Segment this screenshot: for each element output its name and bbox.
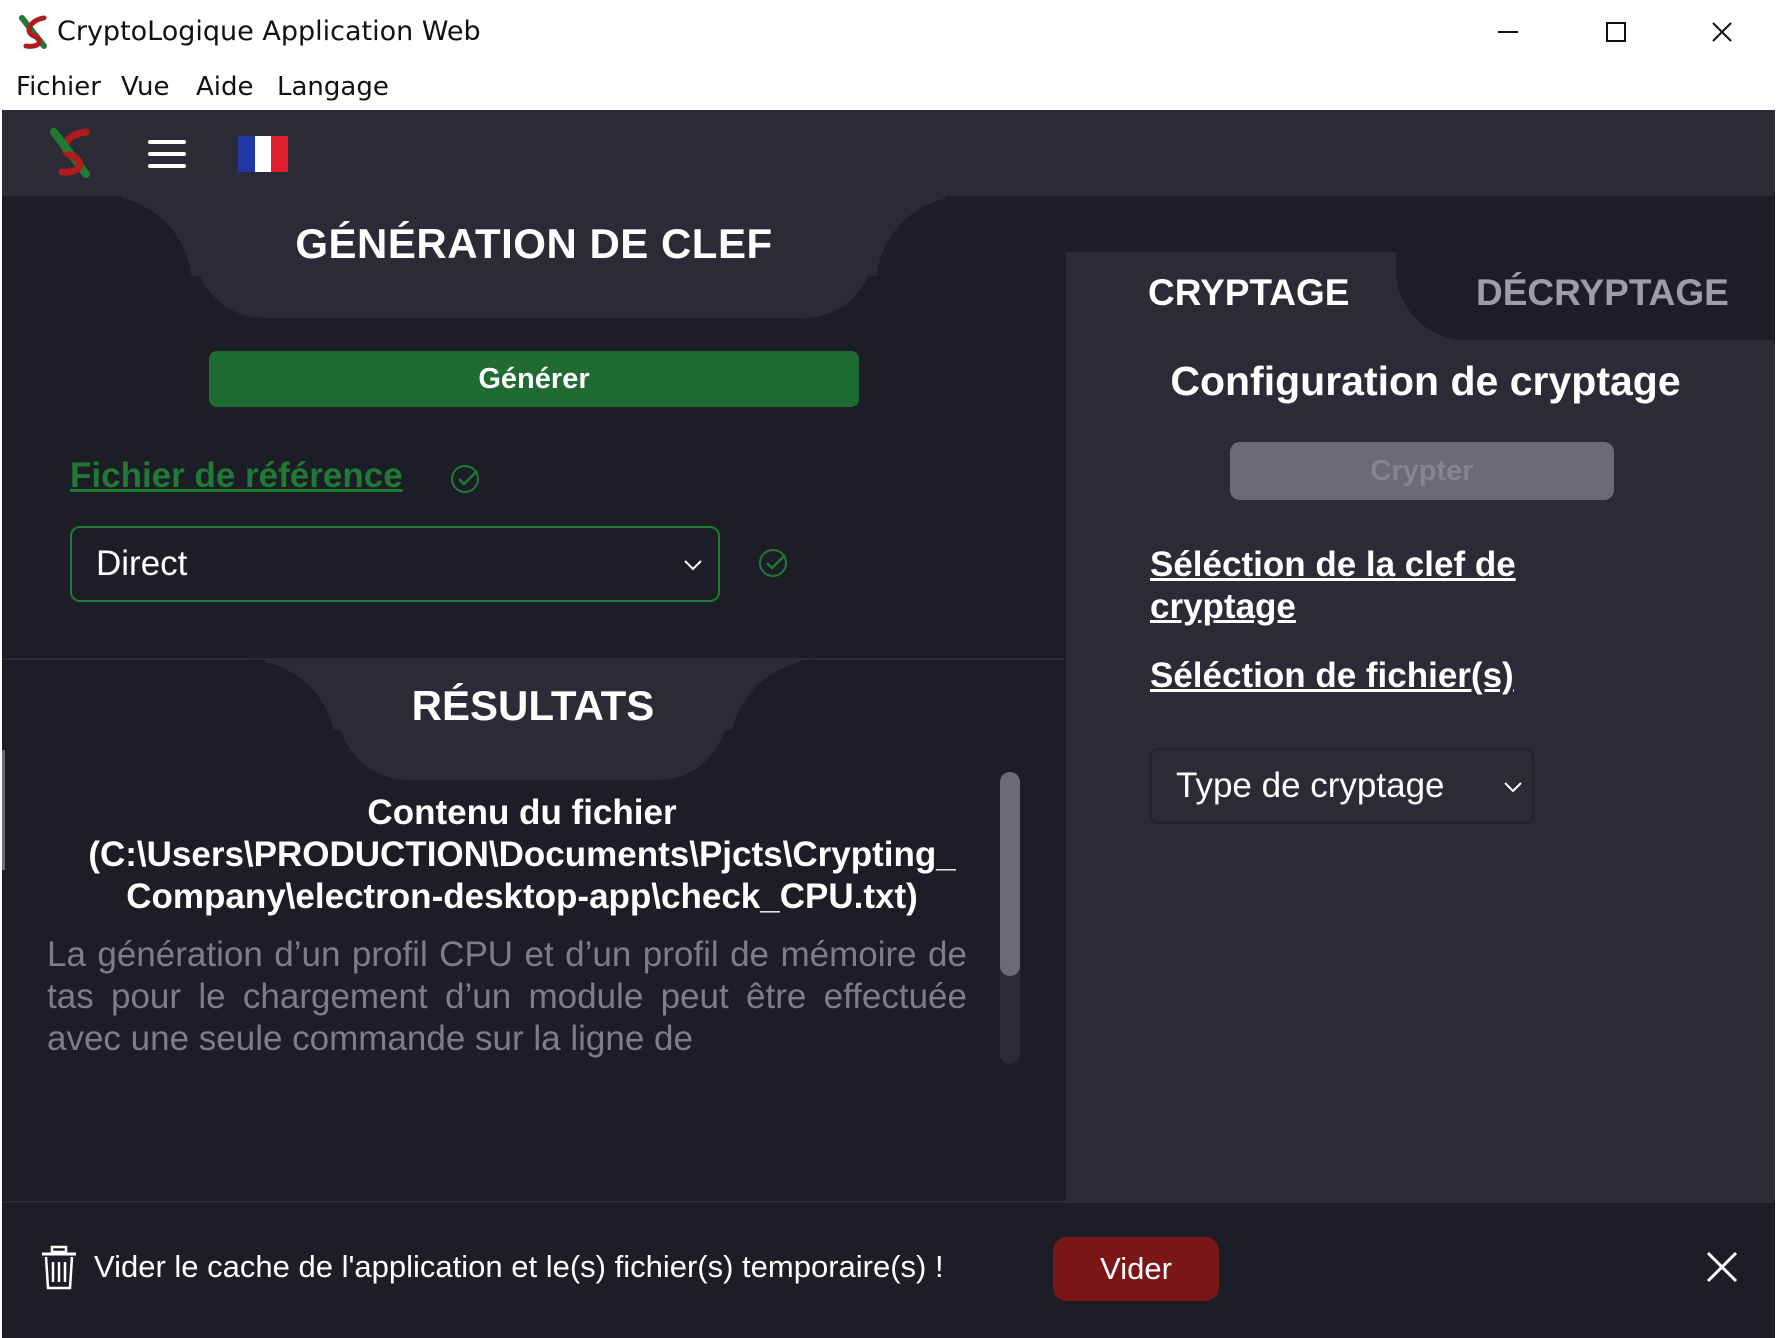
config-title: Configuration de cryptage <box>1170 358 1681 404</box>
chevron-down-icon <box>684 560 702 571</box>
scrollbar-thumb[interactable] <box>1000 772 1020 976</box>
menu-aide[interactable]: Aide <box>196 72 254 102</box>
check-circle-icon <box>759 549 787 577</box>
panel-top-strip <box>1066 196 1775 252</box>
app-icon <box>19 15 47 49</box>
reference-file-link[interactable]: Fichier de référence <box>70 456 403 496</box>
generation-title: GÉNÉRATION DE CLEF <box>295 220 773 267</box>
key-selection-link[interactable]: Séléction de la clef de cryptage <box>1150 544 1570 628</box>
france-flag-icon[interactable] <box>238 136 289 172</box>
minimize-icon[interactable] <box>1476 10 1540 54</box>
chevron-down-icon <box>1504 782 1522 793</box>
key-generation-panel: GÉNÉRATION DE CLEF Générer Fichier de ré… <box>2 196 1066 1201</box>
menu-fichier[interactable]: Fichier <box>16 72 101 102</box>
file-content-text: La génération d’un profil CPU et d’un pr… <box>47 935 967 1058</box>
top-navigation <box>2 110 1775 196</box>
cache-banner: Vider le cache de l'application et le(s)… <box>2 1201 1775 1338</box>
results-title: RÉSULTATS <box>411 682 655 729</box>
generation-mode-select[interactable]: Direct <box>70 526 720 602</box>
maximize-icon[interactable] <box>1584 10 1648 54</box>
file-content-heading: Contenu du fichier (C:\Users\PRODUCTION\… <box>88 793 956 916</box>
window-titlebar: CryptoLogique Application Web <box>0 0 1777 70</box>
side-edge-indicator <box>2 750 5 870</box>
app-content: GÉNÉRATION DE CLEF Générer Fichier de ré… <box>2 110 1775 1338</box>
encryption-type-select[interactable]: Type de cryptage <box>1150 748 1534 824</box>
clear-cache-button[interactable]: Vider <box>1053 1237 1219 1301</box>
generate-button[interactable]: Générer <box>209 351 859 407</box>
select-value: Type de cryptage <box>1176 766 1445 805</box>
encryption-panel: CRYPTAGE DÉCRYPTAGE Configuration de cry… <box>1066 196 1775 1201</box>
tab-decryptage[interactable]: DÉCRYPTAGE <box>1476 272 1729 314</box>
menu-vue[interactable]: Vue <box>121 72 170 102</box>
banner-message: Vider le cache de l'application et le(s)… <box>94 1249 944 1284</box>
hamburger-icon[interactable] <box>146 136 190 172</box>
menu-bar: Fichier Vue Aide Langage <box>0 66 1777 110</box>
encrypt-button[interactable]: Crypter <box>1230 442 1614 500</box>
close-icon[interactable] <box>1702 1247 1742 1287</box>
check-circle-icon <box>451 465 479 493</box>
menu-langage[interactable]: Langage <box>277 72 389 102</box>
tab-cryptage[interactable]: CRYPTAGE <box>1148 272 1349 314</box>
close-icon[interactable] <box>1690 10 1754 54</box>
window-title: CryptoLogique Application Web <box>57 16 481 47</box>
select-value: Direct <box>96 544 188 583</box>
app-logo-icon[interactable] <box>44 124 100 180</box>
trash-icon <box>42 1245 76 1290</box>
file-selection-link[interactable]: Séléction de fichier(s) <box>1150 656 1514 696</box>
